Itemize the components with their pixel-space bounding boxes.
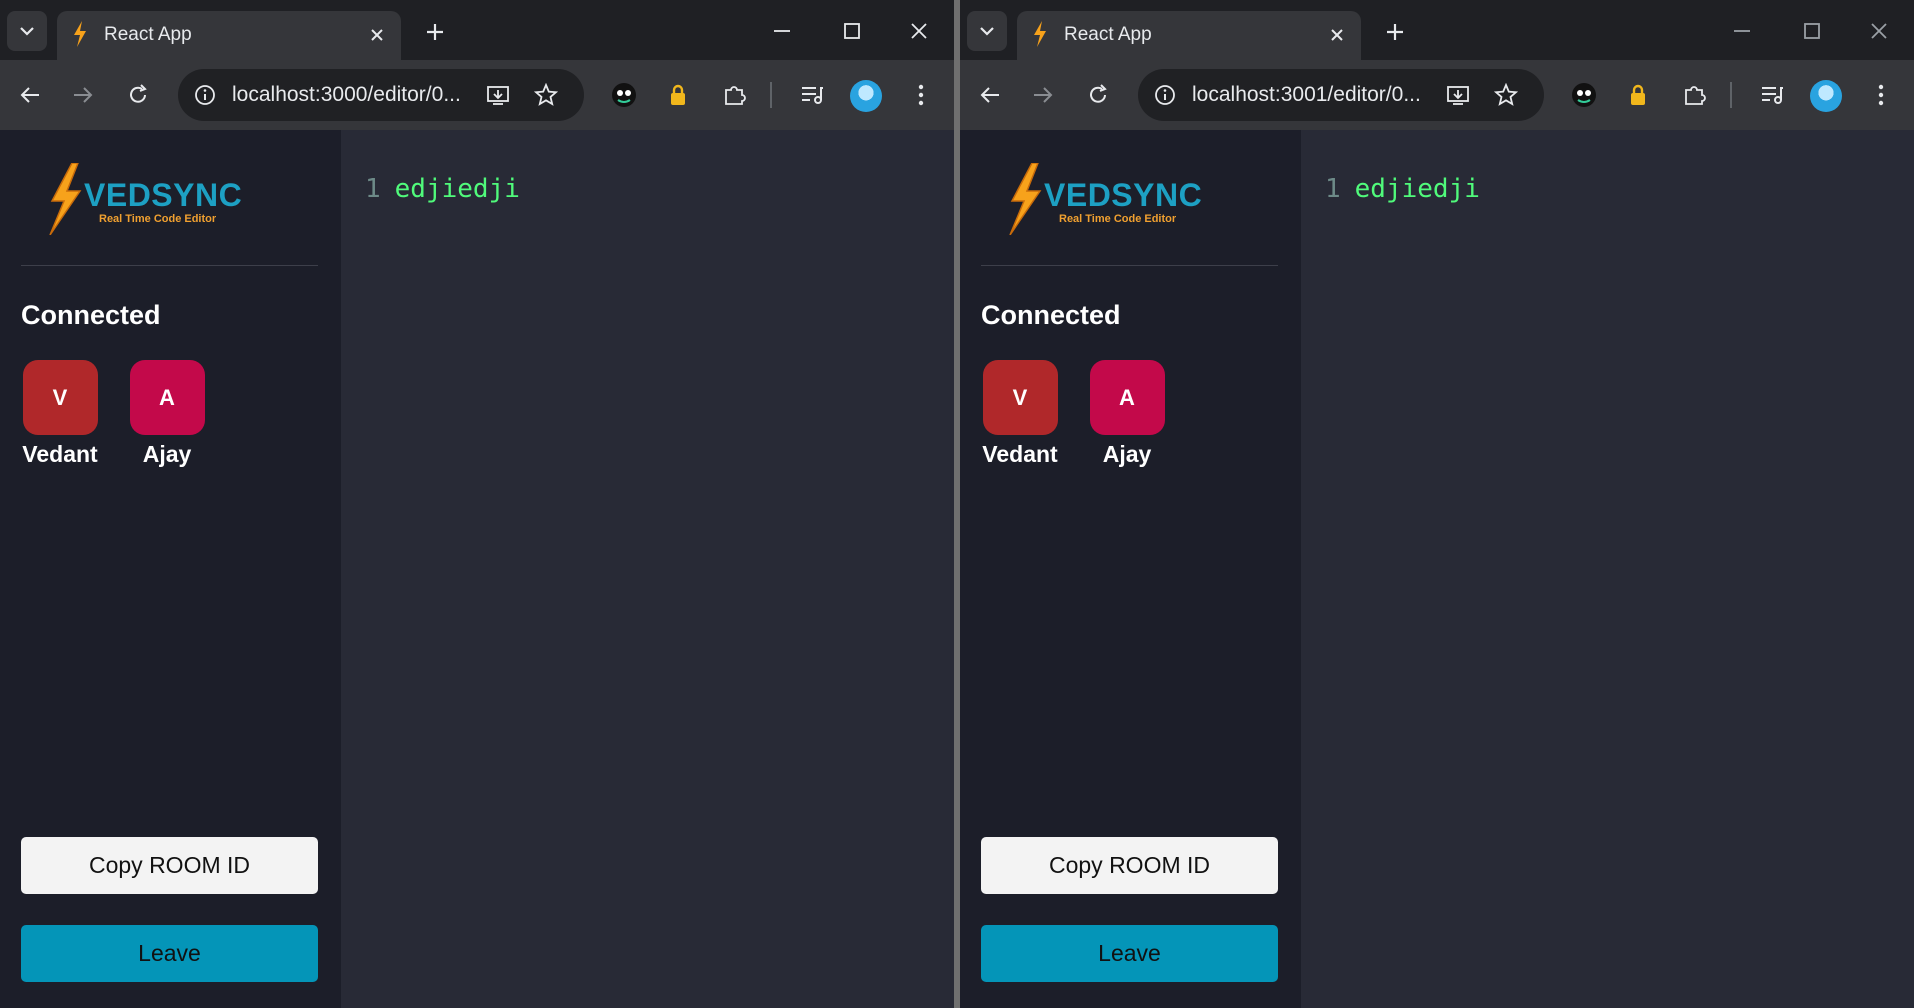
line-number: 1 (365, 174, 381, 204)
leave-button[interactable]: Leave (21, 925, 318, 982)
sidebar: VEDSYNC Real Time Code Editor Connected … (0, 130, 341, 1008)
vedsync-logo: VEDSYNC Real Time Code Editor (1006, 163, 1206, 235)
info-icon[interactable] (192, 82, 218, 108)
puzzle-icon[interactable] (1680, 81, 1708, 109)
install-icon[interactable] (1444, 81, 1472, 109)
copy-room-id-button[interactable]: Copy ROOM ID (981, 837, 1278, 894)
logo-wordmark: VEDSYNC (1044, 177, 1203, 213)
star-icon[interactable] (532, 81, 560, 109)
vedsync-logo: VEDSYNC Real Time Code Editor (46, 163, 246, 235)
app-page: VEDSYNC Real Time Code Editor Connected … (0, 130, 954, 1008)
tab-title: React App (104, 24, 192, 45)
client-name: Vedant (982, 441, 1058, 467)
reload-icon[interactable] (1084, 81, 1112, 109)
lock-extension-icon[interactable] (664, 81, 692, 109)
connected-heading: Connected (21, 300, 161, 330)
star-icon[interactable] (1492, 81, 1520, 109)
client-card: A Ajay (1082, 360, 1172, 468)
kebab-menu-icon[interactable] (907, 81, 935, 109)
url-text: localhost:3001/editor/0... (1192, 83, 1421, 106)
address-bar[interactable]: localhost:3000/editor/0... (178, 69, 584, 121)
client-avatar: V (982, 360, 1058, 435)
puzzle-icon[interactable] (720, 81, 748, 109)
lock-extension-icon[interactable] (1624, 81, 1652, 109)
profile-avatar[interactable] (850, 80, 882, 112)
back-icon[interactable] (976, 81, 1004, 109)
kebab-menu-icon[interactable] (1867, 81, 1895, 109)
toolbar: localhost:3000/editor/0... (0, 60, 954, 130)
media-icon[interactable] (1758, 81, 1786, 109)
forward-icon[interactable] (69, 81, 97, 109)
toolbar: localhost:3001/editor/0... (960, 60, 1914, 130)
plus-icon[interactable] (421, 18, 449, 46)
close-icon[interactable] (1327, 25, 1347, 45)
maximize-icon[interactable] (835, 16, 869, 46)
extension-icon[interactable] (610, 81, 638, 109)
client-card: V Vedant (975, 360, 1065, 468)
client-name: Vedant (22, 441, 98, 467)
minimize-icon[interactable] (765, 16, 799, 46)
logo-wordmark: VEDSYNC (84, 177, 243, 213)
tab-search-icon[interactable] (967, 11, 1007, 51)
bolt-favicon-icon (74, 21, 86, 47)
sidebar-divider (981, 265, 1278, 266)
client-name: Ajay (142, 441, 192, 467)
client-card: A Ajay (122, 360, 212, 468)
line-text: edjiedji (394, 174, 520, 204)
bolt-logo-icon (1009, 163, 1042, 235)
client-avatar: A (1089, 360, 1165, 435)
info-icon[interactable] (1152, 82, 1178, 108)
close-icon[interactable] (367, 25, 387, 45)
sidebar-divider (21, 265, 318, 266)
minimize-icon[interactable] (1725, 16, 1759, 46)
plus-icon[interactable] (1381, 18, 1409, 46)
code-editor[interactable]: 1 edjiedji (341, 130, 954, 1008)
back-icon[interactable] (16, 81, 44, 109)
tab-strip: React App (960, 0, 1914, 60)
url-text: localhost:3000/editor/0... (232, 83, 461, 106)
toolbar-separator (1730, 82, 1732, 108)
screen: React App localhost:3000/editor/0... VED… (0, 0, 1914, 1008)
line-text: edjiedji (1354, 174, 1480, 204)
client-name: Ajay (1102, 441, 1152, 467)
maximize-icon[interactable] (1795, 16, 1829, 46)
client-card: V Vedant (15, 360, 105, 468)
extension-icon[interactable] (1570, 81, 1598, 109)
install-icon[interactable] (484, 81, 512, 109)
connected-heading: Connected (981, 300, 1121, 330)
browser-window-right: React App localhost:3001/editor/0... VED… (960, 0, 1914, 1008)
bolt-logo-icon (49, 163, 82, 235)
logo-tagline: Real Time Code Editor (1059, 213, 1177, 225)
reload-icon[interactable] (124, 81, 152, 109)
tab-search-icon[interactable] (7, 11, 47, 51)
tab-title: React App (1064, 24, 1152, 45)
code-editor[interactable]: 1 edjiedji (1301, 130, 1914, 1008)
bolt-favicon-icon (1034, 21, 1046, 47)
tab-react-app[interactable]: React App (1017, 11, 1361, 60)
tab-react-app[interactable]: React App (57, 11, 401, 60)
toolbar-separator (770, 82, 772, 108)
browser-window-left: React App localhost:3000/editor/0... VED… (0, 0, 954, 1008)
media-icon[interactable] (798, 81, 826, 109)
line-number: 1 (1325, 174, 1341, 204)
leave-button[interactable]: Leave (981, 925, 1278, 982)
code-line: 1 edjiedji (1325, 174, 1480, 204)
copy-room-id-button[interactable]: Copy ROOM ID (21, 837, 318, 894)
client-avatar: A (129, 360, 205, 435)
sidebar: VEDSYNC Real Time Code Editor Connected … (960, 130, 1301, 1008)
profile-avatar[interactable] (1810, 80, 1842, 112)
forward-icon[interactable] (1029, 81, 1057, 109)
tab-strip: React App (0, 0, 954, 60)
app-page: VEDSYNC Real Time Code Editor Connected … (960, 130, 1914, 1008)
close-window-icon[interactable] (902, 16, 936, 46)
logo-tagline: Real Time Code Editor (99, 213, 217, 225)
client-avatar: V (22, 360, 98, 435)
address-bar[interactable]: localhost:3001/editor/0... (1138, 69, 1544, 121)
close-window-icon[interactable] (1862, 16, 1896, 46)
code-line: 1 edjiedji (365, 174, 520, 204)
